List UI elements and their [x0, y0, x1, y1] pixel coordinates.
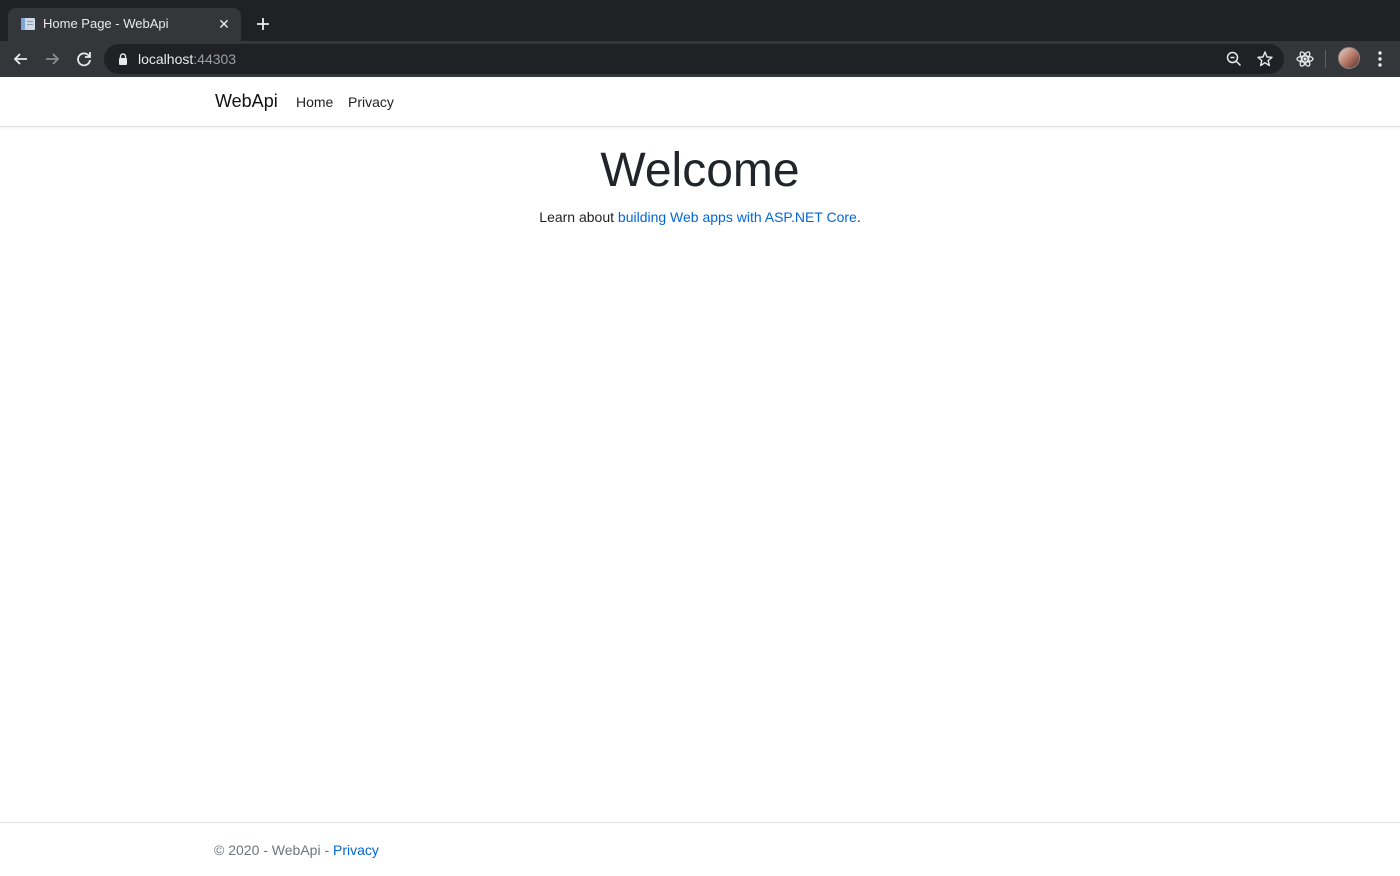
lock-icon[interactable] [116, 52, 130, 66]
aspnet-docs-link[interactable]: building Web apps with ASP.NET Core [618, 209, 857, 225]
url-text[interactable]: localhost:44303 [138, 51, 236, 67]
forward-icon[interactable] [41, 48, 63, 70]
lead-suffix: . [856, 209, 861, 225]
site-footer: © 2020 - WebApi - Privacy [0, 822, 1400, 876]
menu-kebab-icon[interactable] [1369, 48, 1391, 70]
site-navbar: WebApi Home Privacy [0, 77, 1400, 127]
back-icon[interactable] [10, 48, 32, 70]
reload-icon[interactable] [73, 48, 95, 70]
page-title: Welcome [600, 144, 800, 197]
lead-paragraph: Learn about building Web apps with ASP.N… [0, 209, 1400, 225]
navbar-brand[interactable]: WebApi [215, 91, 278, 112]
react-devtools-extension-icon[interactable] [1294, 48, 1316, 70]
footer-copyright: © 2020 - WebApi - [214, 842, 333, 858]
new-tab-icon[interactable] [252, 13, 274, 35]
footer-privacy-link[interactable]: Privacy [333, 842, 379, 858]
bookmark-star-icon[interactable] [1256, 50, 1274, 68]
lead-prefix: Learn about [539, 209, 618, 225]
close-tab-icon[interactable]: ✕ [215, 15, 233, 33]
browser-tabstrip: Home Page - WebApi ✕ [0, 0, 1400, 41]
nav-link-home[interactable]: Home [296, 94, 333, 110]
profile-avatar[interactable] [1338, 47, 1360, 69]
address-bar[interactable]: localhost:44303 [104, 44, 1284, 74]
nav-link-privacy[interactable]: Privacy [348, 94, 394, 110]
browser-tab[interactable]: Home Page - WebApi ✕ [8, 8, 241, 41]
toolbar-divider [1325, 50, 1326, 68]
zoom-icon[interactable] [1225, 50, 1243, 68]
browser-toolbar: localhost:44303 [0, 41, 1400, 77]
page-favicon-icon [21, 18, 35, 30]
tab-title: Home Page - WebApi [43, 16, 169, 31]
footer-text: © 2020 - WebApi - Privacy [214, 842, 379, 858]
